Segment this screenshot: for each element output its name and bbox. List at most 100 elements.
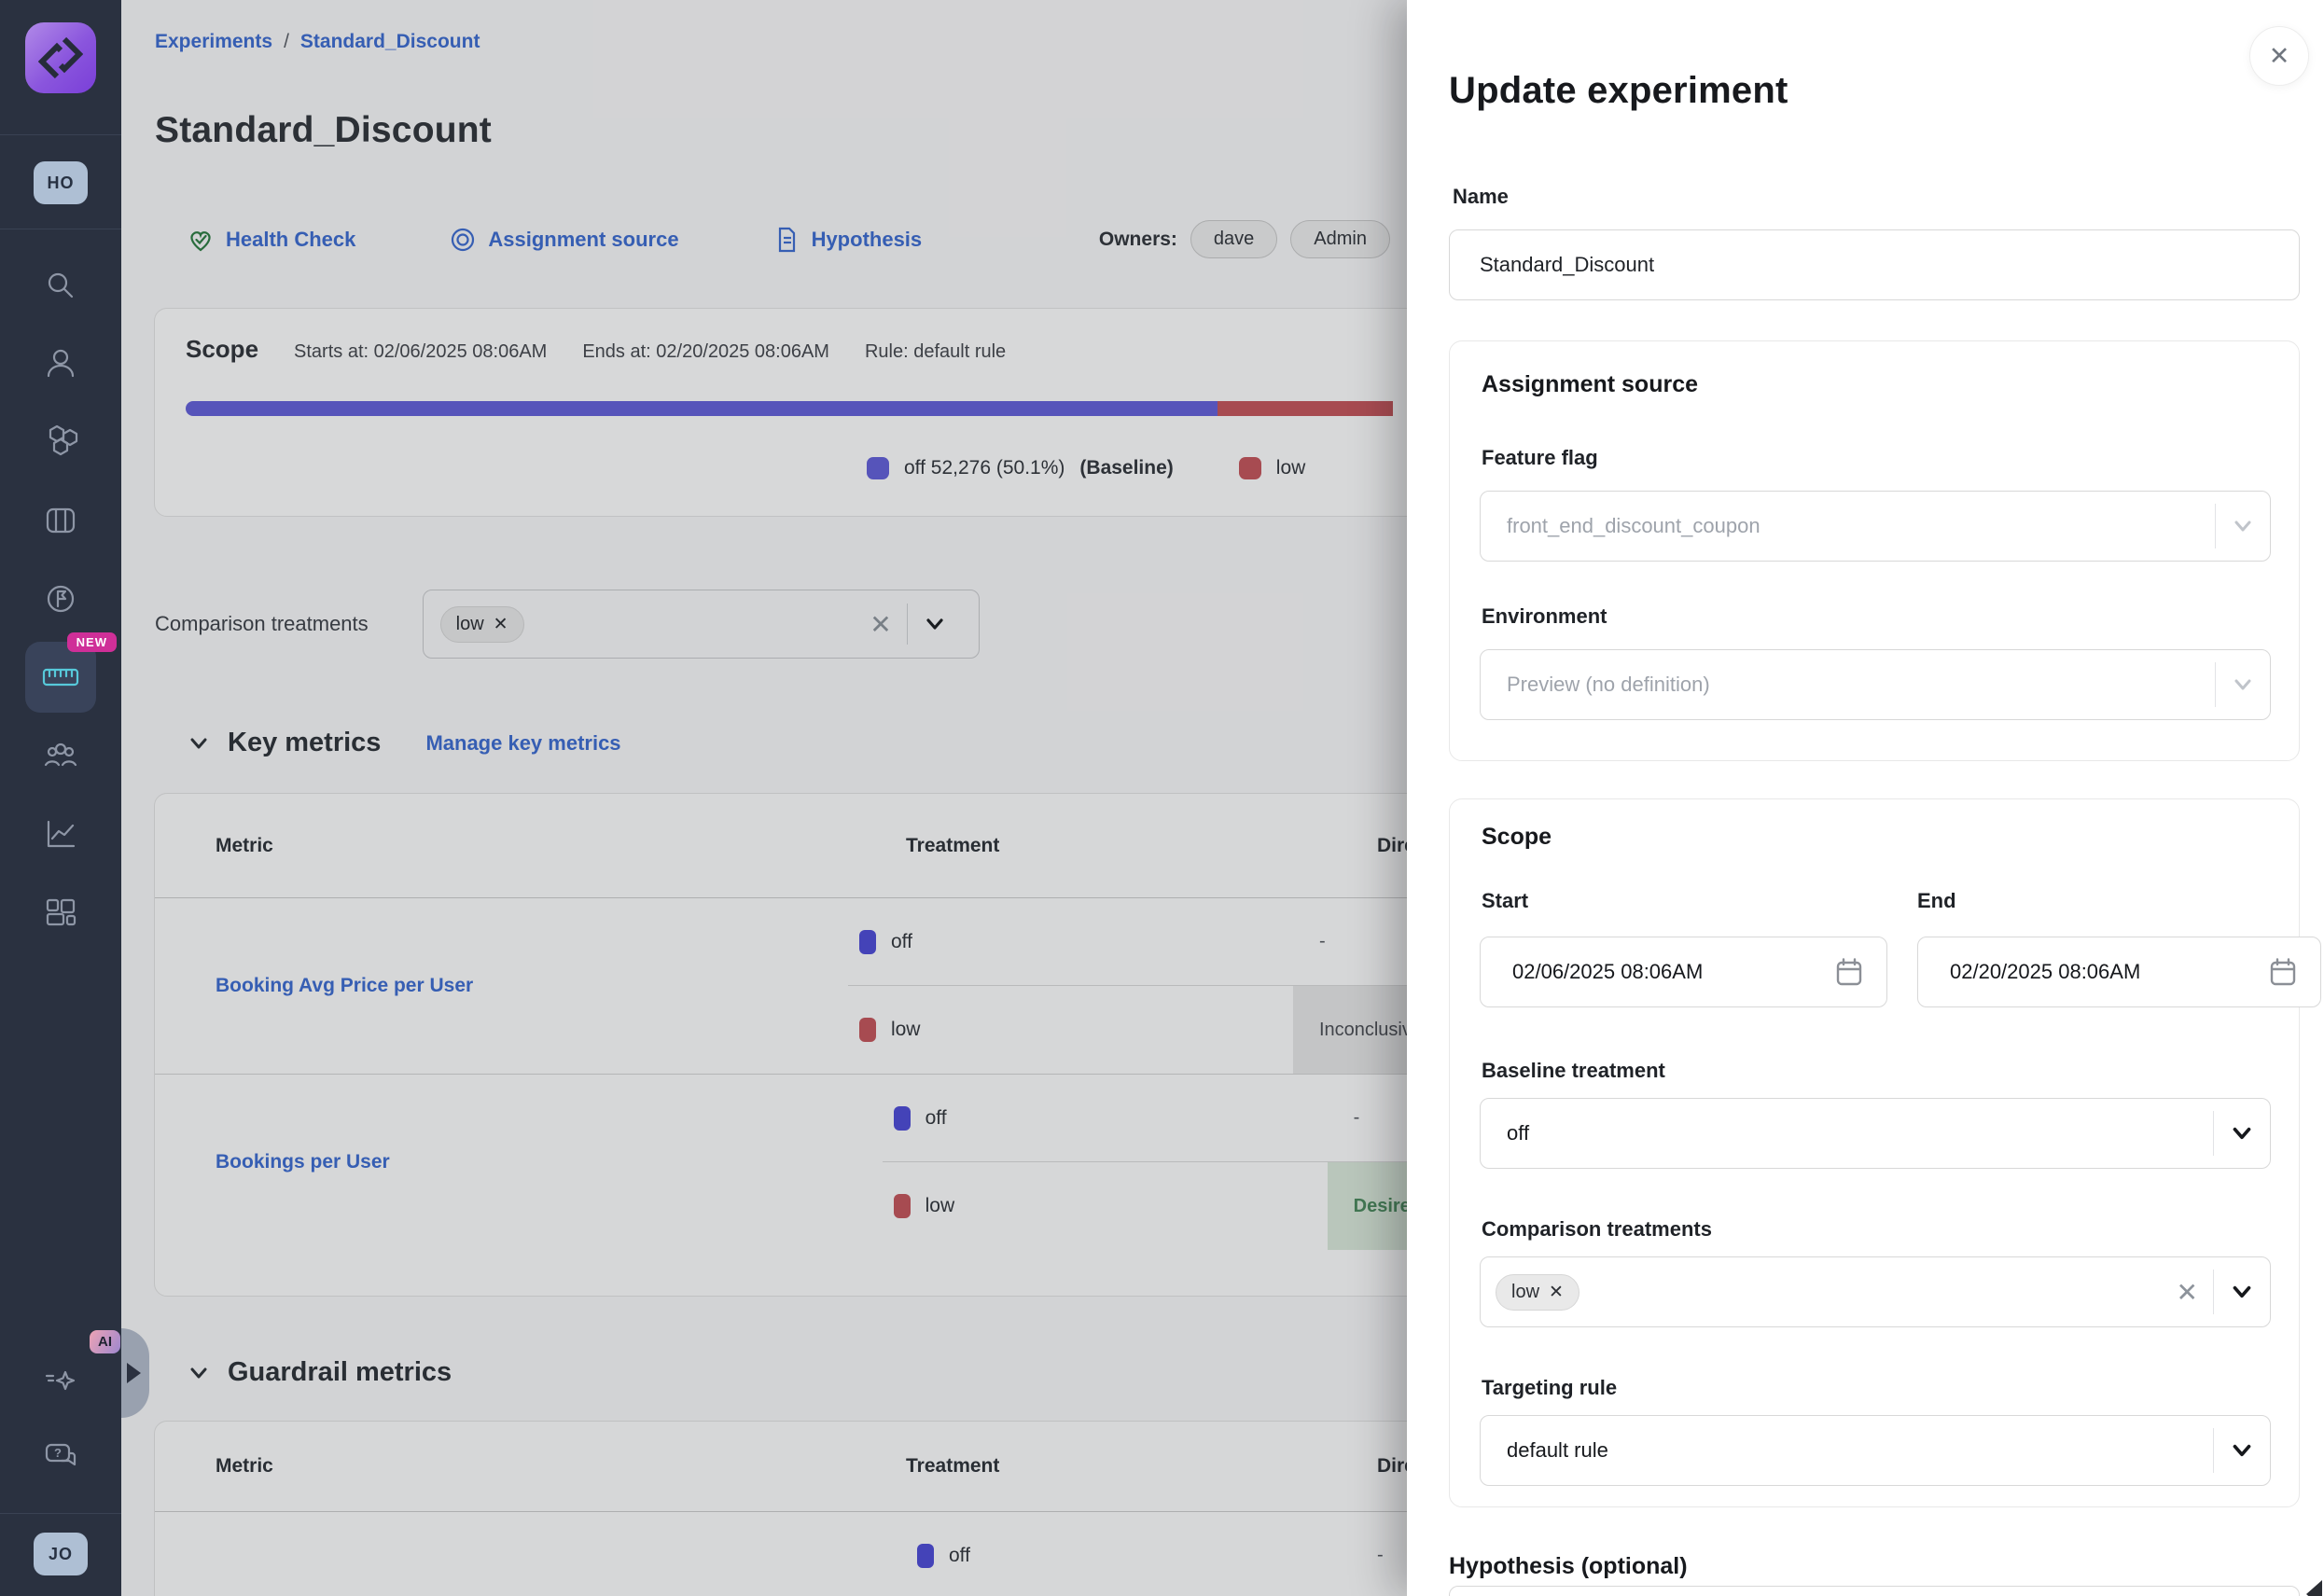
dashboards-icon[interactable]: [25, 877, 96, 948]
resize-handle[interactable]: [2306, 1580, 2322, 1596]
columns-icon[interactable]: [25, 485, 96, 556]
owners: Owners: dave Admin: [1099, 220, 1390, 258]
launch-flag-icon[interactable]: [25, 563, 96, 634]
manage-key-metrics-link[interactable]: Manage key metrics: [425, 731, 620, 756]
health-check-link[interactable]: Health Check: [187, 226, 355, 254]
treatment-swatch: [859, 930, 876, 954]
start-label: Start: [1482, 889, 1528, 913]
allocation-legend: off 52,276 (50.1%) (Baseline) low: [867, 457, 1391, 479]
ai-assistant-icon[interactable]: AI: [25, 1343, 96, 1414]
new-badge: NEW: [67, 632, 117, 652]
start-date-input[interactable]: 02/06/2025 08:06AM: [1480, 937, 1887, 1007]
scope-starts-at: Starts at: 02/06/2025 08:06AM: [294, 341, 547, 363]
chevron-down-icon[interactable]: [908, 612, 962, 636]
scope-summary-card: Scope Starts at: 02/06/2025 08:06AM Ends…: [154, 308, 1407, 517]
table-row: Booking Avg Price per User off - low Inc…: [155, 898, 1407, 1075]
treatment-swatch: [894, 1106, 911, 1131]
chevron-down-icon: [2216, 673, 2270, 697]
users-icon[interactable]: [25, 328, 96, 399]
direction-value: -: [1328, 1075, 1407, 1161]
owner-pill-admin[interactable]: Admin: [1290, 220, 1390, 258]
environment-value: Preview (no definition): [1507, 673, 1710, 697]
breadcrumb-experiments[interactable]: Experiments: [155, 31, 272, 53]
owner-pill-dave[interactable]: dave: [1190, 220, 1277, 258]
chevron-down-icon[interactable]: [2214, 1279, 2270, 1305]
workspace-badge[interactable]: HO: [34, 161, 88, 204]
table-row: Average Duration in Property per Night o…: [155, 1512, 1407, 1596]
feature-flags-icon[interactable]: [25, 407, 96, 478]
chip-remove-icon[interactable]: ✕: [494, 614, 508, 635]
guardrail-metrics-header: Guardrail metrics: [187, 1357, 452, 1388]
baseline-treatment-select[interactable]: off: [1480, 1098, 2271, 1169]
metric-link[interactable]: Booking Avg Price per User: [155, 898, 848, 1074]
hypothesis-textarea[interactable]: [1449, 1586, 2300, 1596]
treatment-name: off: [949, 1545, 970, 1567]
meta-row: Health Check Assignment source Hypothesi…: [187, 220, 1390, 258]
metric-link[interactable]: Average Duration in Property per Night: [155, 1512, 906, 1596]
environment-select[interactable]: Preview (no definition): [1480, 649, 2271, 720]
name-label: Name: [1453, 185, 1509, 209]
baseline-treatment-label: Baseline treatment: [1482, 1059, 1665, 1083]
direction-value: -: [1293, 898, 1407, 985]
sidebar-nav: NEW: [25, 243, 96, 948]
feature-flag-select[interactable]: front_end_discount_coupon: [1480, 491, 2271, 562]
audiences-icon[interactable]: [25, 720, 96, 791]
owners-label: Owners:: [1099, 229, 1177, 251]
health-check-label: Health Check: [226, 228, 355, 252]
name-input[interactable]: Standard_Discount: [1449, 229, 2300, 300]
analytics-icon[interactable]: [25, 798, 96, 869]
comparison-treatments-select[interactable]: low ✕ ✕: [423, 590, 980, 659]
select-clear-icon[interactable]: ✕: [855, 609, 906, 640]
start-date-value: 02/06/2025 08:06AM: [1512, 960, 1703, 984]
legend-off-baseline: (Baseline): [1079, 457, 1173, 479]
search-icon[interactable]: [25, 250, 96, 321]
assignment-source-link[interactable]: Assignment source: [449, 226, 678, 254]
update-experiment-drawer: ✕ Update experiment Name Standard_Discou…: [1407, 0, 2324, 1596]
chevron-down-icon: [2216, 514, 2270, 538]
chip-label: low: [456, 614, 484, 635]
allocation-seg-low: [1218, 401, 1393, 416]
chip-remove-icon[interactable]: ✕: [1549, 1282, 1564, 1303]
key-metrics-title: Key metrics: [228, 728, 381, 758]
breadcrumb-current[interactable]: Standard_Discount: [300, 31, 480, 53]
treatment-name: low: [925, 1195, 955, 1217]
assignment-source-card: Assignment source Feature flag front_end…: [1449, 340, 2300, 761]
ai-badge: AI: [90, 1330, 120, 1353]
comparison-treatments-select[interactable]: low ✕ ✕: [1480, 1256, 2271, 1327]
treatment-chip-low[interactable]: low ✕: [1496, 1274, 1579, 1311]
app-logo[interactable]: [25, 22, 96, 93]
key-metrics-table: Metric Treatment Direction Booking Avg P…: [154, 793, 1407, 1297]
targeting-rule-select[interactable]: default rule: [1480, 1415, 2271, 1486]
collapse-chevron-icon[interactable]: [187, 1361, 211, 1385]
chevron-down-icon[interactable]: [2214, 1437, 2270, 1464]
metric-link[interactable]: Bookings per User: [155, 1075, 883, 1250]
main-content: Experiments / Standard_Discount Standard…: [121, 0, 1407, 1596]
calendar-icon: [1834, 956, 1864, 988]
close-icon[interactable]: ✕: [2249, 26, 2309, 86]
target-icon: [449, 226, 477, 254]
experiments-icon[interactable]: NEW: [25, 642, 96, 713]
name-value: Standard_Discount: [1480, 253, 1654, 277]
treatment-name: off: [891, 931, 912, 953]
user-avatar-badge[interactable]: JO: [34, 1533, 88, 1575]
select-clear-icon[interactable]: ✕: [2162, 1277, 2213, 1308]
breadcrumb-separator: /: [284, 31, 289, 53]
treatment-chip-low[interactable]: low ✕: [440, 606, 524, 643]
chevron-down-icon[interactable]: [2214, 1120, 2270, 1146]
scope-card-title: Scope: [186, 335, 258, 364]
treatment-swatch: [859, 1018, 876, 1042]
sidebar-expand-handle[interactable]: [121, 1328, 149, 1418]
guardrail-metrics-table: Metric Treatment Direction Average Durat…: [154, 1421, 1407, 1596]
end-date-input[interactable]: 02/20/2025 08:06AM: [1917, 937, 2321, 1007]
page-title: Standard_Discount: [155, 110, 492, 151]
treatment-row: off -: [906, 1512, 1407, 1596]
comparison-treatments-row: Comparison treatments low ✕ ✕: [155, 590, 1396, 659]
svg-text:?: ?: [54, 1446, 62, 1460]
scope-title: Scope: [1482, 824, 1552, 851]
hypothesis-link[interactable]: Hypothesis: [772, 226, 923, 254]
guardrail-metrics-title: Guardrail metrics: [228, 1357, 452, 1388]
collapse-chevron-icon[interactable]: [187, 731, 211, 756]
document-icon: [772, 226, 800, 254]
help-chat-icon[interactable]: ?: [25, 1422, 96, 1492]
col-direction: Direction: [1351, 1455, 1407, 1478]
